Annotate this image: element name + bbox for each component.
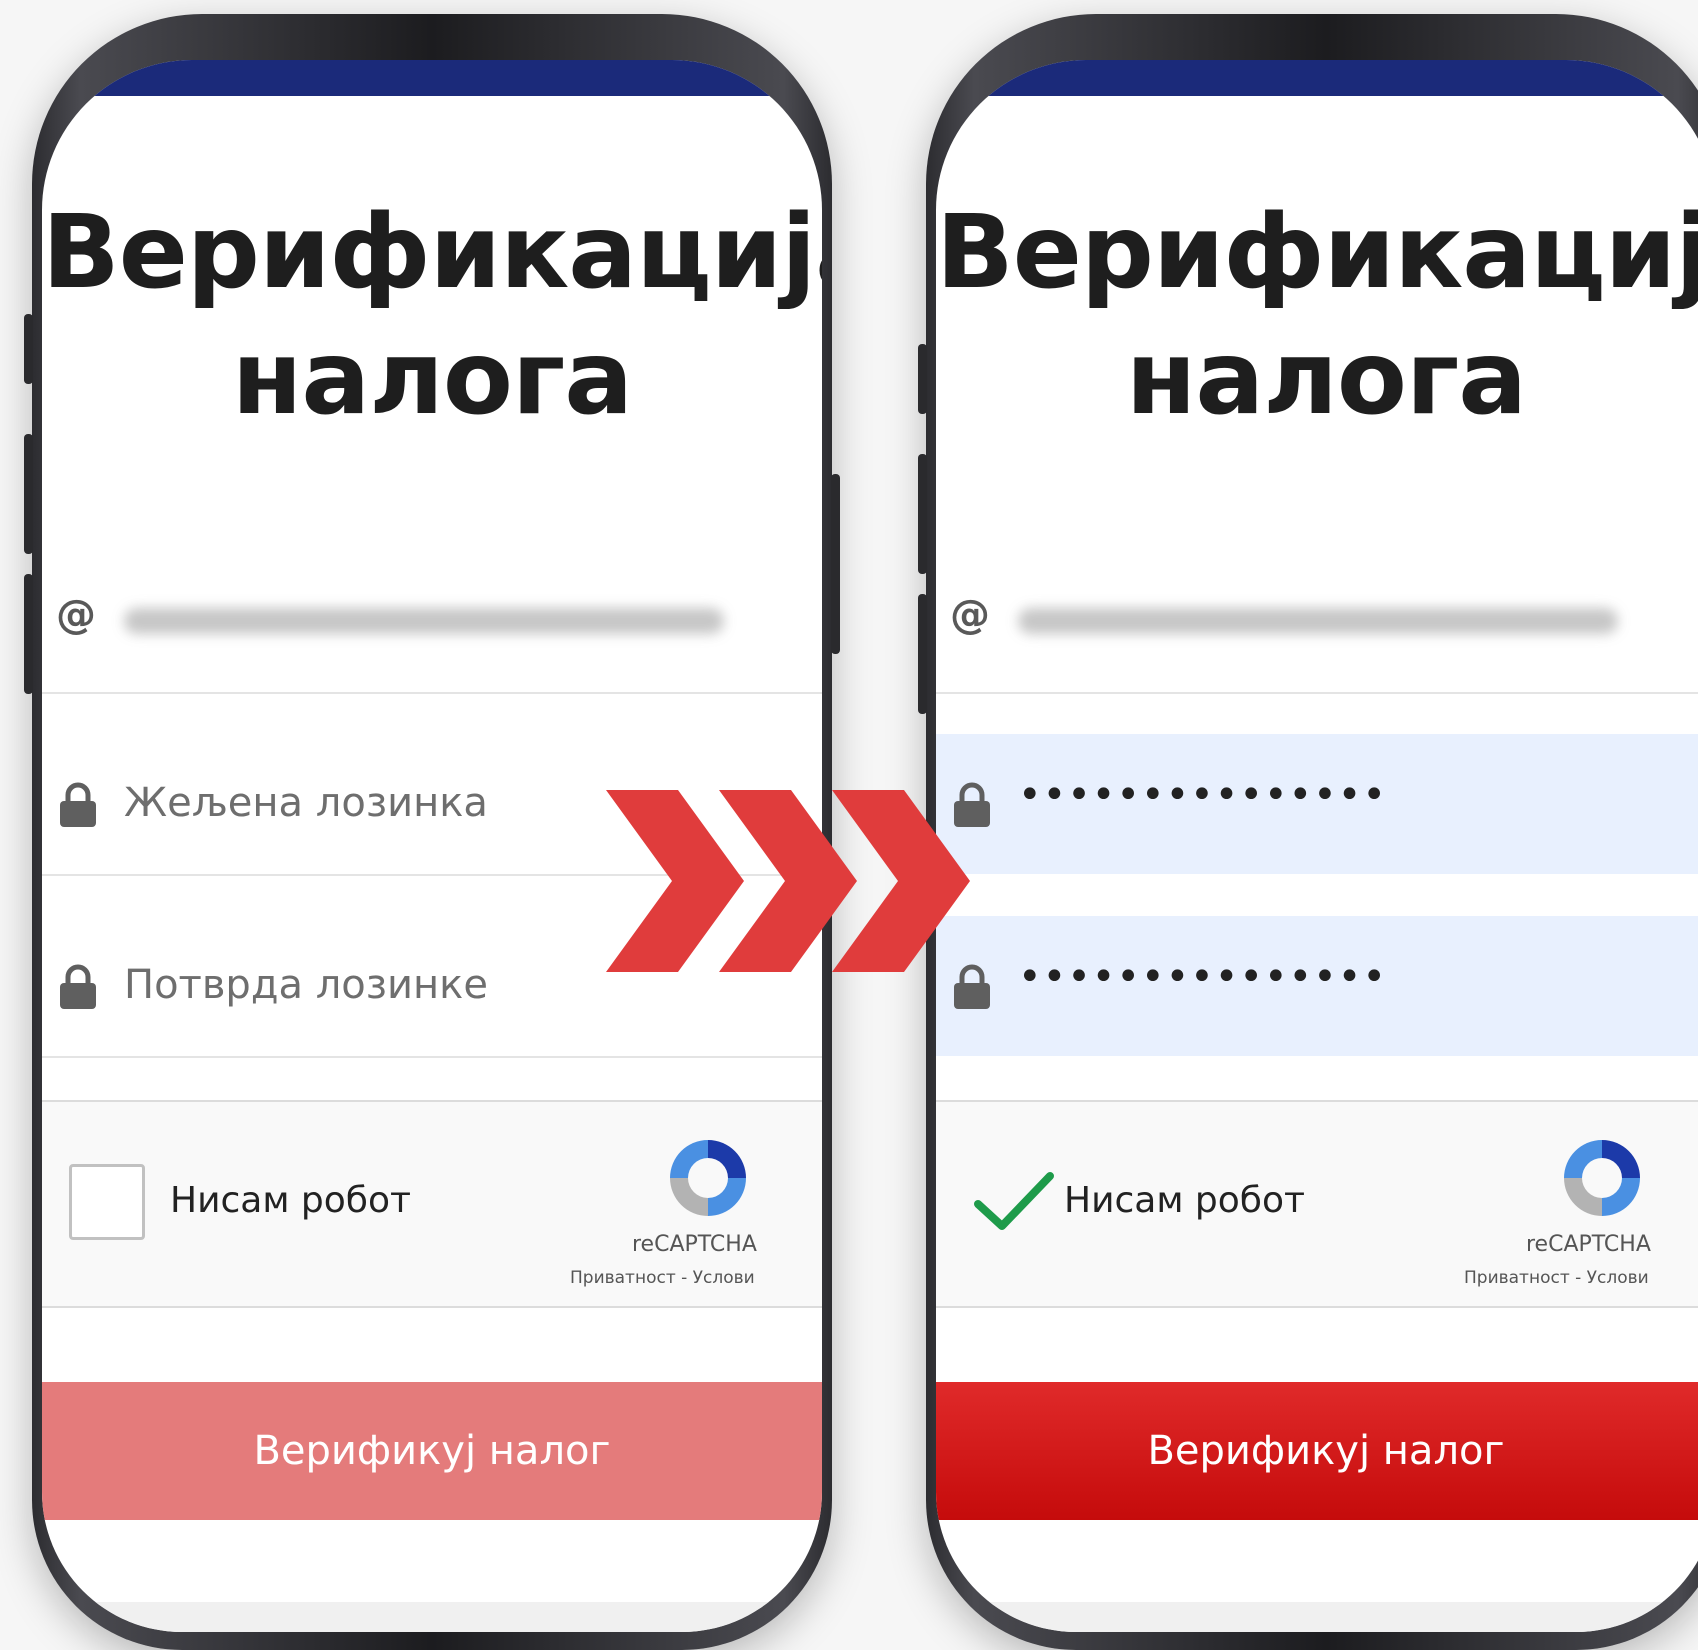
- phone-mockup-after: Верификација налога @ ••••••••••••••• ••…: [918, 14, 1698, 1650]
- recaptcha-brand: reCAPTCHA: [632, 1232, 757, 1257]
- recaptcha-logo-icon: [670, 1140, 746, 1216]
- confirm-password-value: •••••••••••••••: [1018, 954, 1387, 1000]
- password-placeholder: Жељена лозинка: [124, 780, 488, 826]
- page-title: Верификација налога: [936, 190, 1698, 442]
- verify-account-button[interactable]: Верификуј налог: [936, 1382, 1698, 1520]
- phone-side-button: [918, 594, 927, 714]
- phone-side-button: [24, 574, 33, 694]
- screen-bottom: [42, 1602, 822, 1632]
- recaptcha-links[interactable]: Приватност - Услови: [1464, 1268, 1649, 1288]
- page-title-line2: налога: [231, 319, 633, 438]
- confirm-password-placeholder: Потврда лозинке: [124, 962, 488, 1008]
- phone-side-button: [918, 454, 927, 574]
- phone-side-button: [831, 474, 840, 654]
- email-value-blurred: [124, 608, 724, 634]
- page-title-line2: налога: [1125, 319, 1527, 438]
- page-title-line1: Верификација: [42, 193, 822, 312]
- recaptcha-label: Нисам робот: [170, 1180, 411, 1221]
- checkmark-icon[interactable]: [974, 1170, 1054, 1234]
- email-value-blurred: [1018, 608, 1618, 634]
- verify-account-button[interactable]: Верификуј налог: [42, 1382, 822, 1520]
- at-icon: @: [950, 592, 990, 638]
- header-bar: [42, 60, 822, 96]
- phone-screen: Верификација налога @ ••••••••••••••• ••…: [936, 60, 1698, 1632]
- page-title-line1: Верификација: [936, 193, 1698, 312]
- triple-chevron-right-icon: [606, 790, 970, 972]
- recaptcha-label: Нисам робот: [1064, 1180, 1305, 1221]
- recaptcha-widget: Нисам робот reCAPTCHA Приватност - Услов…: [42, 1100, 822, 1308]
- password-field[interactable]: •••••••••••••••: [936, 734, 1698, 874]
- lock-icon: [60, 964, 96, 1009]
- confirm-password-field[interactable]: •••••••••••••••: [936, 916, 1698, 1056]
- phone-side-button: [24, 314, 33, 384]
- recaptcha-checkbox[interactable]: [69, 1164, 145, 1240]
- lock-icon: [60, 782, 96, 827]
- recaptcha-logo-icon: [1564, 1140, 1640, 1216]
- password-value: •••••••••••••••: [1018, 772, 1387, 818]
- header-bar: [936, 60, 1698, 96]
- page-title: Верификација налога: [42, 190, 822, 442]
- screen-bottom: [936, 1602, 1698, 1632]
- recaptcha-widget: Нисам робот reCAPTCHA Приватност - Услов…: [936, 1100, 1698, 1308]
- phone-side-button: [918, 344, 927, 414]
- at-icon: @: [56, 592, 96, 638]
- recaptcha-links[interactable]: Приватност - Услови: [570, 1268, 755, 1288]
- phone-side-button: [24, 434, 33, 554]
- recaptcha-brand: reCAPTCHA: [1526, 1232, 1651, 1257]
- email-field[interactable]: @: [42, 552, 822, 694]
- email-field[interactable]: @: [936, 552, 1698, 694]
